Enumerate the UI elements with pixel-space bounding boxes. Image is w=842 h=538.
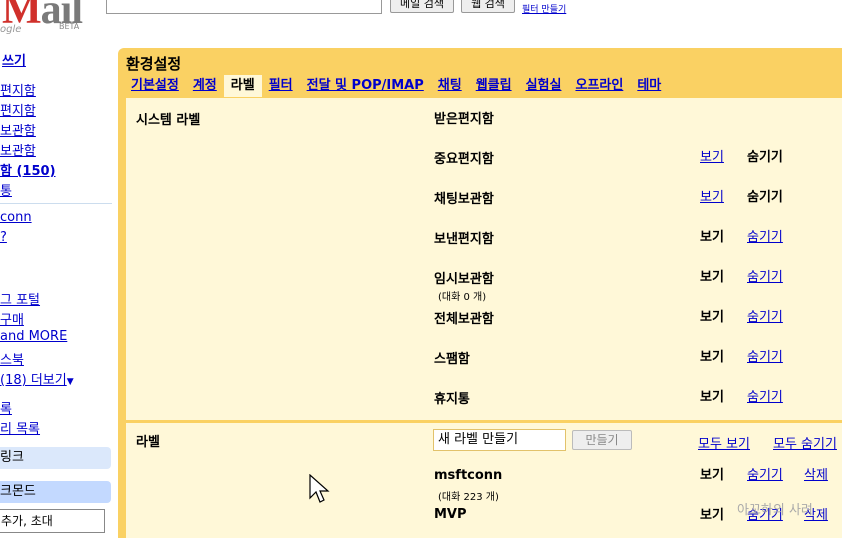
labels-content: 시스템 라벨 받은편지함 중요편지함 보기 숨기기 채팅보관함 보기 숨기기 보… [126, 98, 842, 538]
tab-offline[interactable]: 오프라인 [568, 75, 630, 97]
sidebar-item-drafts[interactable]: 보관함 [0, 140, 36, 159]
system-label-name: 채팅보관함 [434, 192, 494, 207]
system-label-name: 휴지통 [434, 392, 470, 407]
tab-webclips[interactable]: 웹클립 [469, 75, 519, 97]
user-label-name: msftconn [434, 468, 503, 483]
sidebar-list-1[interactable]: 록 [0, 398, 12, 417]
system-labels-title: 시스템 라벨 [136, 113, 201, 128]
mouse-cursor-icon [309, 474, 330, 503]
show-selected: 보기 [700, 350, 724, 365]
sidebar-item-inbox[interactable]: 편지함 [0, 80, 36, 99]
hide-link[interactable]: 숨기기 [747, 306, 783, 325]
show-selected: 보기 [700, 468, 724, 483]
system-label-name: 받은편지함 [434, 112, 494, 127]
sidebar-item-trash[interactable]: 통 [0, 180, 12, 199]
show-link[interactable]: 보기 [700, 146, 724, 165]
watermark: 아꼬하의 사려 [737, 503, 813, 518]
hide-link[interactable]: 숨기기 [747, 386, 783, 405]
show-selected: 보기 [700, 270, 724, 285]
search-web-button[interactable]: 웹 검색 [461, 0, 515, 13]
system-label-name: 임시보관함 [434, 272, 494, 287]
conversation-count: (대화 223 개) [438, 492, 499, 503]
search-input[interactable] [106, 0, 382, 14]
hide-all-link[interactable]: 모두 숨기기 [773, 433, 837, 452]
show-selected: 보기 [700, 390, 724, 405]
show-selected: 보기 [700, 310, 724, 325]
sidebar-link-more[interactable]: and MORE [0, 329, 67, 344]
tab-accounts[interactable]: 계정 [186, 75, 224, 97]
tab-filters[interactable]: 필터 [262, 75, 300, 97]
sidebar-box-links[interactable]: 링크 [0, 447, 111, 469]
settings-title: 환경설정 [126, 55, 182, 73]
tab-labels[interactable]: 라벨 [223, 75, 262, 97]
new-label-input[interactable]: 새 라벨 만들기 [433, 429, 566, 451]
hide-link[interactable]: 숨기기 [747, 346, 783, 365]
delete-label-link[interactable]: 삭제 [804, 464, 828, 483]
tab-themes[interactable]: 테마 [630, 75, 668, 97]
system-label-name: 전체보관함 [434, 312, 494, 327]
hide-selected: 숨기기 [747, 150, 783, 165]
tab-general[interactable]: 기본설정 [124, 75, 186, 97]
show-selected: 보기 [700, 230, 724, 245]
system-label-name: 보낸편지함 [434, 232, 494, 247]
user-label-name: MVP [434, 507, 467, 522]
tab-chat[interactable]: 채팅 [431, 75, 469, 97]
sidebar-item-all-mail[interactable]: 함 (150) [0, 160, 56, 179]
sidebar-box-contacts[interactable]: 크몬드 [0, 481, 111, 503]
tab-forwarding-pop-imap[interactable]: 전달 및 POP/IMAP [300, 75, 431, 97]
sidebar-item-starred[interactable]: 편지함 [0, 100, 36, 119]
system-label-name: 스팸함 [434, 352, 470, 367]
hide-selected: 숨기기 [747, 190, 783, 205]
sidebar-item-chats[interactable]: 보관함 [0, 120, 36, 139]
create-filter-link[interactable]: 필터 만들기 [522, 2, 566, 15]
sidebar-link-facebook[interactable]: 스북 [0, 349, 24, 368]
invite-input[interactable]: 추가, 초대 [0, 509, 105, 533]
create-label-button[interactable]: 만들기 [572, 430, 632, 450]
sidebar-list-2[interactable]: 리 목록 [0, 418, 40, 437]
hide-link[interactable]: 숨기기 [747, 464, 783, 483]
hide-link[interactable]: 숨기기 [747, 226, 783, 245]
tab-labs[interactable]: 실험실 [519, 75, 569, 97]
show-link[interactable]: 보기 [700, 186, 724, 205]
system-label-name: 중요편지함 [434, 152, 494, 167]
settings-panel: 환경설정 기본설정 계정 라벨 필터 전달 및 POP/IMAP 채팅 웹클립 … [118, 48, 842, 538]
sidebar-label-msftconn[interactable]: conn [0, 210, 32, 225]
hide-link[interactable]: 숨기기 [747, 266, 783, 285]
sidebar: 쓰기 편지함 편지함 보관함 보관함 함 (150) 통 conn ? 그 포털… [0, 0, 112, 533]
conversation-count: (대화 0 개) [438, 292, 487, 303]
sidebar-more-toggle[interactable]: (18) 더보기▼ [0, 369, 74, 388]
search-mail-button[interactable]: 메일 검색 [390, 0, 454, 13]
sidebar-more-link[interactable]: (18) 더보기 [0, 373, 67, 388]
sidebar-link-purchase[interactable]: 구매 [0, 309, 24, 328]
compose-link[interactable]: 쓰기 [2, 50, 26, 69]
settings-tabs: 기본설정 계정 라벨 필터 전달 및 POP/IMAP 채팅 웹클립 실험실 오… [124, 75, 668, 97]
labels-section-title: 라벨 [136, 435, 160, 450]
sidebar-link-portal[interactable]: 그 포털 [0, 289, 40, 308]
show-selected: 보기 [700, 508, 724, 523]
show-all-link[interactable]: 모두 보기 [698, 433, 750, 452]
chevron-down-icon: ▼ [66, 377, 74, 387]
section-divider [126, 420, 842, 423]
sidebar-divider [0, 203, 112, 204]
sidebar-label-mvp[interactable]: ? [0, 230, 7, 245]
